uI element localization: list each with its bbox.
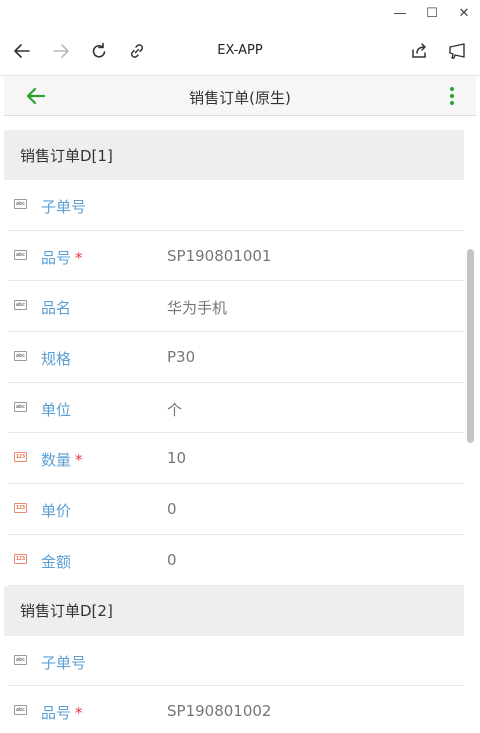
field-value[interactable]: 0 xyxy=(167,551,177,569)
text-field-icon: abc xyxy=(14,705,27,716)
text-field-icon: abc xyxy=(14,654,27,665)
field-value[interactable]: P30 xyxy=(167,348,195,366)
maximize-button[interactable]: ☐ xyxy=(420,2,444,24)
field-value[interactable]: SP190801001 xyxy=(167,247,271,265)
field-label-text: 品号 xyxy=(41,704,72,723)
close-button[interactable]: ✕ xyxy=(452,2,476,24)
section-header: 销售订单D[2] xyxy=(4,585,464,636)
form-field-row[interactable]: abc 子单号 xyxy=(8,180,464,231)
field-value[interactable]: 华为手机 xyxy=(167,297,227,318)
field-label: 规格 xyxy=(41,348,71,369)
field-label-text: 单价 xyxy=(41,502,72,521)
more-options-icon[interactable] xyxy=(444,84,460,108)
field-label: 品名 xyxy=(41,297,71,318)
field-label: 单位 xyxy=(41,399,71,420)
field-label: 子单号 xyxy=(41,652,86,673)
number-field-icon: 123 xyxy=(14,503,27,514)
text-field-icon: abc xyxy=(14,351,27,362)
field-label-text: 数量 xyxy=(41,451,72,470)
page-title: 销售订单(原生) xyxy=(189,89,291,107)
window-title-bar: — ☐ ✕ xyxy=(0,0,480,26)
app-header: 销售订单(原生) xyxy=(4,76,476,116)
field-label-text: 子单号 xyxy=(41,198,87,216)
scrollbar[interactable] xyxy=(467,249,474,443)
text-field-icon: abc xyxy=(14,199,27,209)
section-header: 销售订单D[1] xyxy=(4,130,464,180)
form-field-row[interactable]: abc 品名 华为手机 xyxy=(8,281,464,333)
field-label: 单价 xyxy=(41,500,71,521)
text-field-icon: abc xyxy=(14,249,27,260)
field-label-text: 子单号 xyxy=(41,653,87,672)
required-marker: * xyxy=(75,451,83,470)
minimize-button[interactable]: — xyxy=(388,2,412,24)
form-field-row[interactable]: abc 品号 * SP190801002 xyxy=(8,686,464,733)
form-field-row[interactable]: abc 规格 P30 xyxy=(8,332,464,383)
browser-toolbar: EX-APP xyxy=(0,26,480,76)
form-field-row[interactable]: 123 金额 0 xyxy=(8,535,464,586)
field-label-text: 品名 xyxy=(41,299,72,318)
field-label-text: 单位 xyxy=(41,400,72,419)
number-field-icon: 123 xyxy=(14,553,27,564)
field-label-text: 金额 xyxy=(41,552,72,571)
field-value[interactable]: 10 xyxy=(167,449,186,467)
share-icon[interactable] xyxy=(407,39,431,63)
field-label-text: 品号 xyxy=(41,248,72,267)
form-content: 销售订单D[1] abc 子单号 abc 品号 * SP190801001 abc 品名 华为手机… xyxy=(4,130,464,733)
form-field-row[interactable]: 123 数量 * 10 xyxy=(8,433,464,485)
field-value[interactable]: 0 xyxy=(167,500,177,518)
form-field-row[interactable]: abc 品号 * SP190801001 xyxy=(8,231,464,282)
form-field-row[interactable]: abc 单位 个 xyxy=(8,383,464,434)
text-field-icon: abc xyxy=(14,300,27,311)
form-field-row[interactable]: 123 单价 0 xyxy=(8,484,464,535)
field-value[interactable]: SP190801002 xyxy=(167,702,271,720)
required-marker: * xyxy=(75,704,83,723)
text-field-icon: abc xyxy=(14,401,27,412)
field-label: 子单号 xyxy=(41,196,86,217)
field-label-text: 规格 xyxy=(41,350,72,369)
required-marker: * xyxy=(75,248,83,267)
form-field-row[interactable]: abc 子单号 xyxy=(8,636,464,687)
number-field-icon: 123 xyxy=(14,452,27,463)
field-label: 金额 xyxy=(41,551,71,572)
field-label: 数量 * xyxy=(41,449,83,470)
cast-icon[interactable] xyxy=(445,39,469,63)
field-value[interactable]: 个 xyxy=(167,399,182,420)
field-label: 品号 * xyxy=(41,247,83,268)
field-label: 品号 * xyxy=(41,702,83,723)
